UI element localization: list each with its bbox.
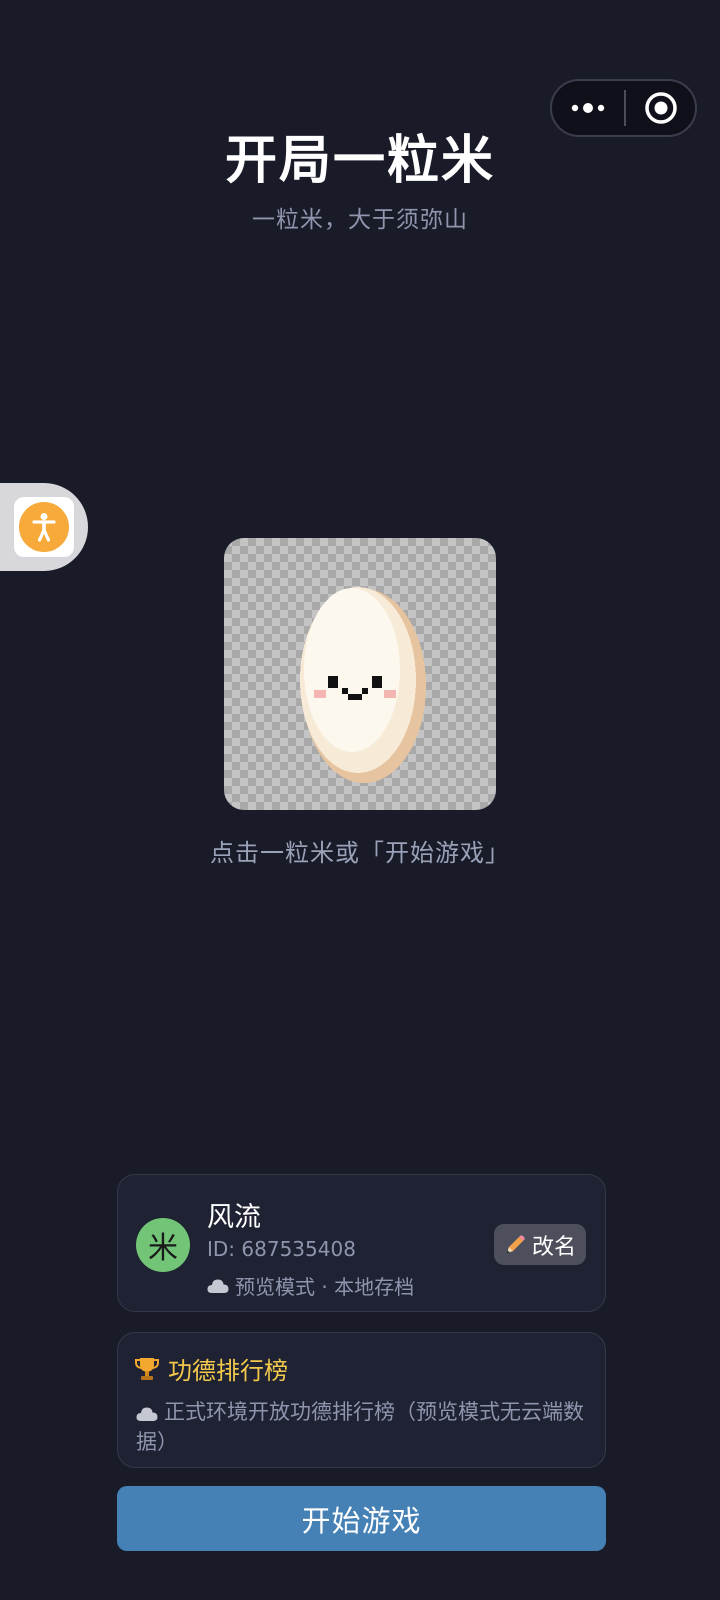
leaderboard-title: 功德排行榜	[168, 1357, 288, 1385]
player-id: ID: 687535408	[207, 1237, 356, 1261]
cloud-icon	[207, 1279, 229, 1293]
pencil-icon	[506, 1234, 525, 1253]
player-name: 风流	[207, 1202, 261, 1233]
start-hint-text: 点击一粒米或「开始游戏」	[210, 839, 510, 867]
rename-button[interactable]: 改名	[494, 1224, 586, 1265]
rename-label: 改名	[531, 1234, 576, 1260]
rice-grain-icon	[300, 587, 426, 783]
accessibility-badge	[19, 502, 69, 552]
start-game-button[interactable]: 开始游戏	[117, 1486, 606, 1551]
page-title: 开局一粒米	[224, 131, 495, 191]
leaderboard-description: 正式环境开放功德排行榜（预览模式无云端数据）	[136, 1397, 591, 1457]
game-home-screen: 开局一粒米 一粒米，大于须弥山 点击一粒米或「开始游戏」 米 风流 ID: 68…	[0, 0, 720, 1600]
save-mode-row: 预览模式 · 本地存档	[207, 1271, 414, 1300]
trophy-icon	[135, 1357, 159, 1380]
leaderboard-description-text: 正式环境开放功德排行榜（预览模式无云端数据）	[136, 1400, 584, 1454]
merit-leaderboard-card[interactable]: 功德排行榜 正式环境开放功德排行榜（预览模式无云端数据）	[117, 1332, 606, 1468]
accessibility-button-frame	[14, 497, 74, 557]
page-subtitle: 一粒米，大于须弥山	[252, 207, 468, 233]
leaderboard-title-row: 功德排行榜	[134, 1351, 288, 1386]
accessibility-person-icon	[32, 513, 56, 542]
player-profile-card: 米 风流 ID: 687535408 预览模式 · 本地存档 改名	[117, 1174, 606, 1312]
cloud-icon	[136, 1407, 158, 1421]
accessibility-float-button[interactable]	[0, 483, 88, 571]
save-mode-text: 预览模式 · 本地存档	[235, 1275, 415, 1299]
more-dots-icon	[571, 103, 605, 113]
rice-grain-button[interactable]	[224, 538, 496, 810]
avatar: 米	[136, 1218, 190, 1272]
